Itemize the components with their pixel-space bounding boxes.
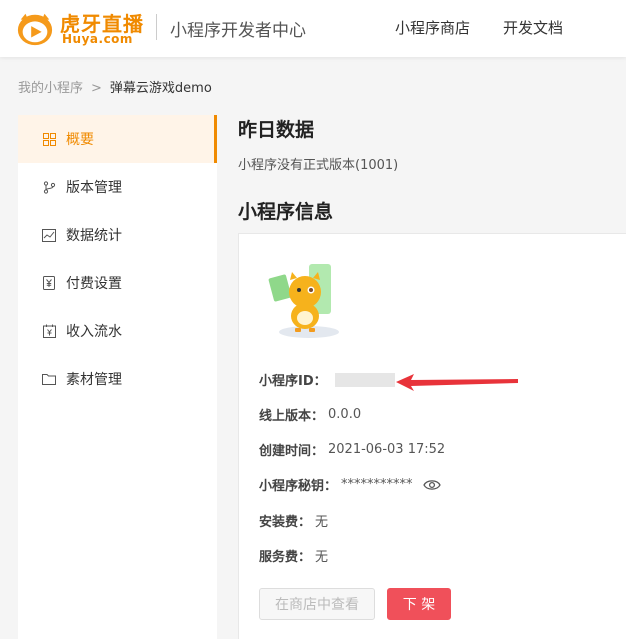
yen-icon: [42, 276, 56, 290]
breadcrumb-current: 弹幕云游戏demo: [109, 81, 212, 96]
logo-domain-text: Huya.com: [62, 32, 133, 46]
install-fee-value: 无: [315, 515, 329, 530]
sidebar-item-assets[interactable]: 素材管理: [18, 355, 217, 403]
sidebar-item-income[interactable]: 收入流水: [18, 307, 217, 355]
created-value: 2021-06-03 17:52: [328, 442, 446, 457]
sidebar-item-label: 付费设置: [66, 276, 122, 292]
breadcrumb: 我的小程序 > 弹幕云游戏demo: [18, 77, 212, 96]
version-value: 0.0.0: [328, 407, 362, 422]
annotation-arrow-icon: [396, 374, 518, 391]
no-release-notice: 小程序没有正式版本(1001): [238, 158, 399, 173]
huya-logo-icon[interactable]: [16, 10, 54, 48]
sidebar-item-overview[interactable]: 概要: [18, 115, 217, 163]
chart-icon: [42, 228, 56, 242]
sidebar-item-label: 收入流水: [66, 324, 122, 340]
version-row: 线上版本： 0.0.0: [259, 405, 361, 424]
app-info-card: 小程序ID： 线上版本： 0.0.0 创建时间： 2021-06-03 17:5…: [238, 233, 626, 639]
sidebar-item-label: 数据统计: [66, 228, 122, 244]
main-content: 昨日数据 小程序没有正式版本(1001) 小程序信息: [238, 115, 626, 224]
branch-icon: [42, 180, 56, 194]
view-in-store-button[interactable]: 在商店中查看: [259, 588, 375, 620]
nav-docs-link[interactable]: 开发文档: [503, 17, 563, 38]
app-id-value-masked: [334, 372, 395, 387]
grid-icon: [42, 132, 56, 146]
app-info-title: 小程序信息: [238, 201, 334, 223]
breadcrumb-root-link[interactable]: 我的小程序: [18, 81, 83, 96]
secret-label: 小程序秘钥：: [259, 479, 338, 494]
sidebar-item-label: 概要: [66, 132, 94, 148]
service-fee-row: 服务费： 无: [259, 546, 328, 565]
top-header: 虎牙直播 Huya.com 小程序开发者中心 小程序商店 开发文档: [0, 0, 626, 57]
nav-store-link[interactable]: 小程序商店: [395, 17, 470, 38]
install-fee-label: 安装费：: [259, 515, 312, 530]
app-mascot-image: [268, 264, 339, 338]
version-label: 线上版本：: [259, 409, 325, 424]
sidebar-item-payment-settings[interactable]: 付费设置: [18, 259, 217, 307]
eye-icon[interactable]: [422, 479, 441, 491]
service-fee-value: 无: [315, 550, 329, 565]
sidebar-item-versions[interactable]: 版本管理: [18, 163, 217, 211]
header-title: 小程序开发者中心: [170, 21, 306, 41]
app-id-label: 小程序ID：: [259, 374, 327, 389]
secret-row: 小程序秘钥： ***********: [259, 475, 441, 494]
created-row: 创建时间： 2021-06-03 17:52: [259, 440, 445, 459]
sidebar-item-stats[interactable]: 数据统计: [18, 211, 217, 259]
folder-icon: [42, 372, 56, 386]
sidebar-item-label: 版本管理: [66, 180, 122, 196]
sidebar-item-label: 素材管理: [66, 372, 122, 388]
install-fee-row: 安装费： 无: [259, 511, 328, 530]
header-divider: [156, 14, 157, 40]
created-label: 创建时间：: [259, 444, 325, 459]
calendar-yen-icon: [42, 324, 56, 338]
breadcrumb-separator: >: [91, 81, 102, 96]
take-down-button[interactable]: 下 架: [387, 588, 451, 620]
sidebar: 概要 版本管理 数据统计 付费设置 收入流水 素材管理: [18, 115, 217, 639]
secret-value: ***********: [341, 477, 413, 492]
service-fee-label: 服务费：: [259, 550, 312, 565]
app-id-row: 小程序ID：: [259, 370, 395, 389]
yesterday-data-title: 昨日数据: [238, 119, 315, 141]
